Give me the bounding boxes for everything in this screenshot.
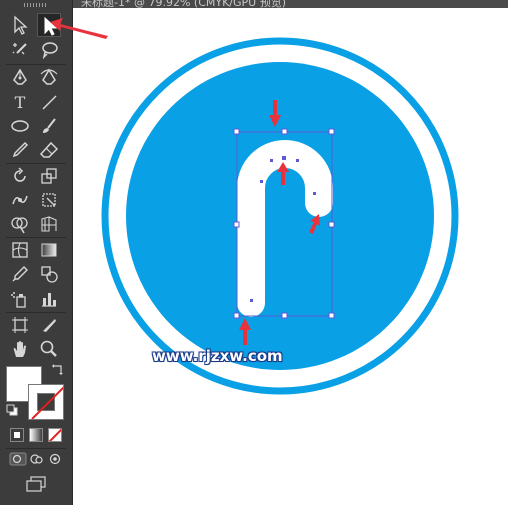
watermark-text: www.rjzxw.com	[152, 347, 283, 365]
sign-disk[interactable]	[126, 62, 434, 370]
artwork-layer	[50, 18, 459, 395]
